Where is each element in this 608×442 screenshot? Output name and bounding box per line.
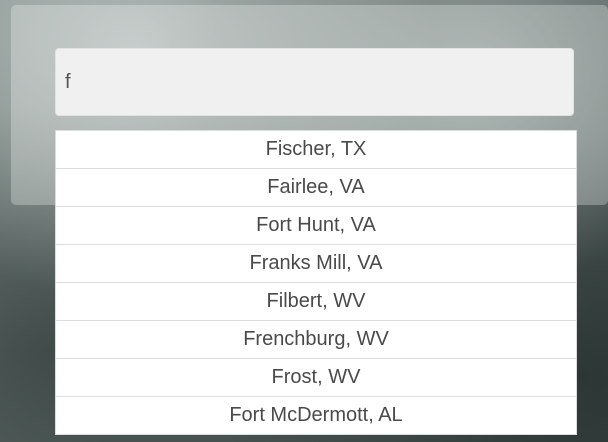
- search-input[interactable]: [65, 49, 560, 115]
- suggestion-item[interactable]: Fort McDermott, AL: [56, 397, 576, 435]
- suggestion-item[interactable]: Franks Mill, VA: [56, 245, 576, 283]
- suggestion-item[interactable]: Fort Hunt, VA: [56, 207, 576, 245]
- suggestion-item[interactable]: Filbert, WV: [56, 283, 576, 321]
- suggestion-item[interactable]: Fairlee, VA: [56, 169, 576, 207]
- suggestion-item[interactable]: Frenchburg, WV: [56, 321, 576, 359]
- suggestion-item[interactable]: Fischer, TX: [56, 131, 576, 169]
- search-box[interactable]: [55, 48, 574, 116]
- suggestion-item[interactable]: Frost, WV: [56, 359, 576, 397]
- autocomplete-dropdown: Fischer, TX Fairlee, VA Fort Hunt, VA Fr…: [55, 130, 577, 435]
